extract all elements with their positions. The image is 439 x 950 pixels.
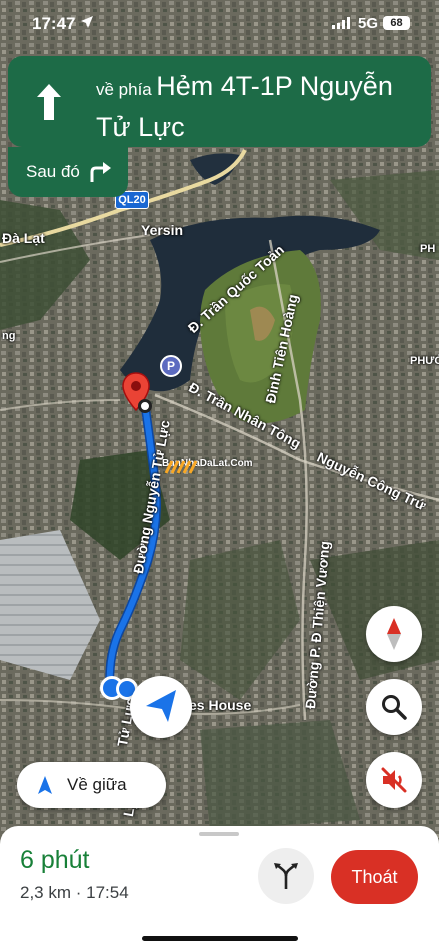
instruction-text: về phía Hẻm 4T-1P Nguyễn Tử Lực (96, 68, 416, 150)
search-icon (382, 695, 407, 720)
sheet-drag-handle[interactable] (199, 832, 239, 836)
trip-distance-arrival: 2,3 km · 17:54 (20, 883, 129, 902)
signal-strength-icon (332, 17, 350, 29)
compass-icon (387, 618, 401, 650)
navigation-arrow-icon (38, 776, 52, 794)
map-label-yersin: Yersin (141, 222, 184, 238)
toward-label: về phía (96, 80, 152, 99)
trip-summary-sheet[interactable]: 6 phút 2,3 km · 17:54 Thoát (0, 826, 439, 950)
map-label-edge-right: PHƯỚ (410, 355, 439, 367)
network-type: 5G (358, 15, 379, 32)
compass-button[interactable] (366, 606, 422, 662)
watermark-stripes-icon (164, 460, 198, 474)
navigation-instruction-banner[interactable]: về phía Hẻm 4T-1P Nguyễn Tử Lực (8, 56, 431, 147)
battery-indicator: 68 (383, 16, 410, 30)
alternate-routes-button[interactable] (258, 848, 314, 904)
alternate-routes-icon (274, 863, 298, 889)
recenter-button[interactable]: Về giữa (17, 762, 166, 808)
volume-off-icon (381, 767, 407, 793)
next-maneuver-pill[interactable]: Sau đó (8, 147, 128, 197)
watermark-logo: BanNhaDaLat.Com (162, 458, 253, 474)
arrow-up-icon (37, 84, 61, 120)
map-label-da-lat: Đà Lạt (2, 230, 45, 246)
mute-voice-button[interactable] (366, 752, 422, 808)
map-label-edge-right-top: PH (420, 243, 436, 255)
exit-navigation-button[interactable]: Thoát (331, 850, 418, 904)
status-bar: 17:47 5G 68 (0, 0, 439, 48)
current-location-marker[interactable] (130, 676, 192, 738)
navigation-arrow-icon (146, 690, 176, 722)
destination-point (138, 399, 152, 413)
trip-eta: 6 phút (20, 846, 90, 874)
location-services-icon (81, 16, 93, 28)
parking-marker[interactable]: P (160, 355, 182, 377)
home-indicator[interactable] (142, 936, 298, 941)
recenter-label: Về giữa (67, 775, 127, 794)
turn-right-icon (90, 162, 111, 182)
then-label: Sau đó (26, 162, 80, 181)
status-time: 17:47 (32, 14, 76, 33)
search-button[interactable] (366, 679, 422, 735)
map-label-edge-left: ng (2, 330, 16, 342)
